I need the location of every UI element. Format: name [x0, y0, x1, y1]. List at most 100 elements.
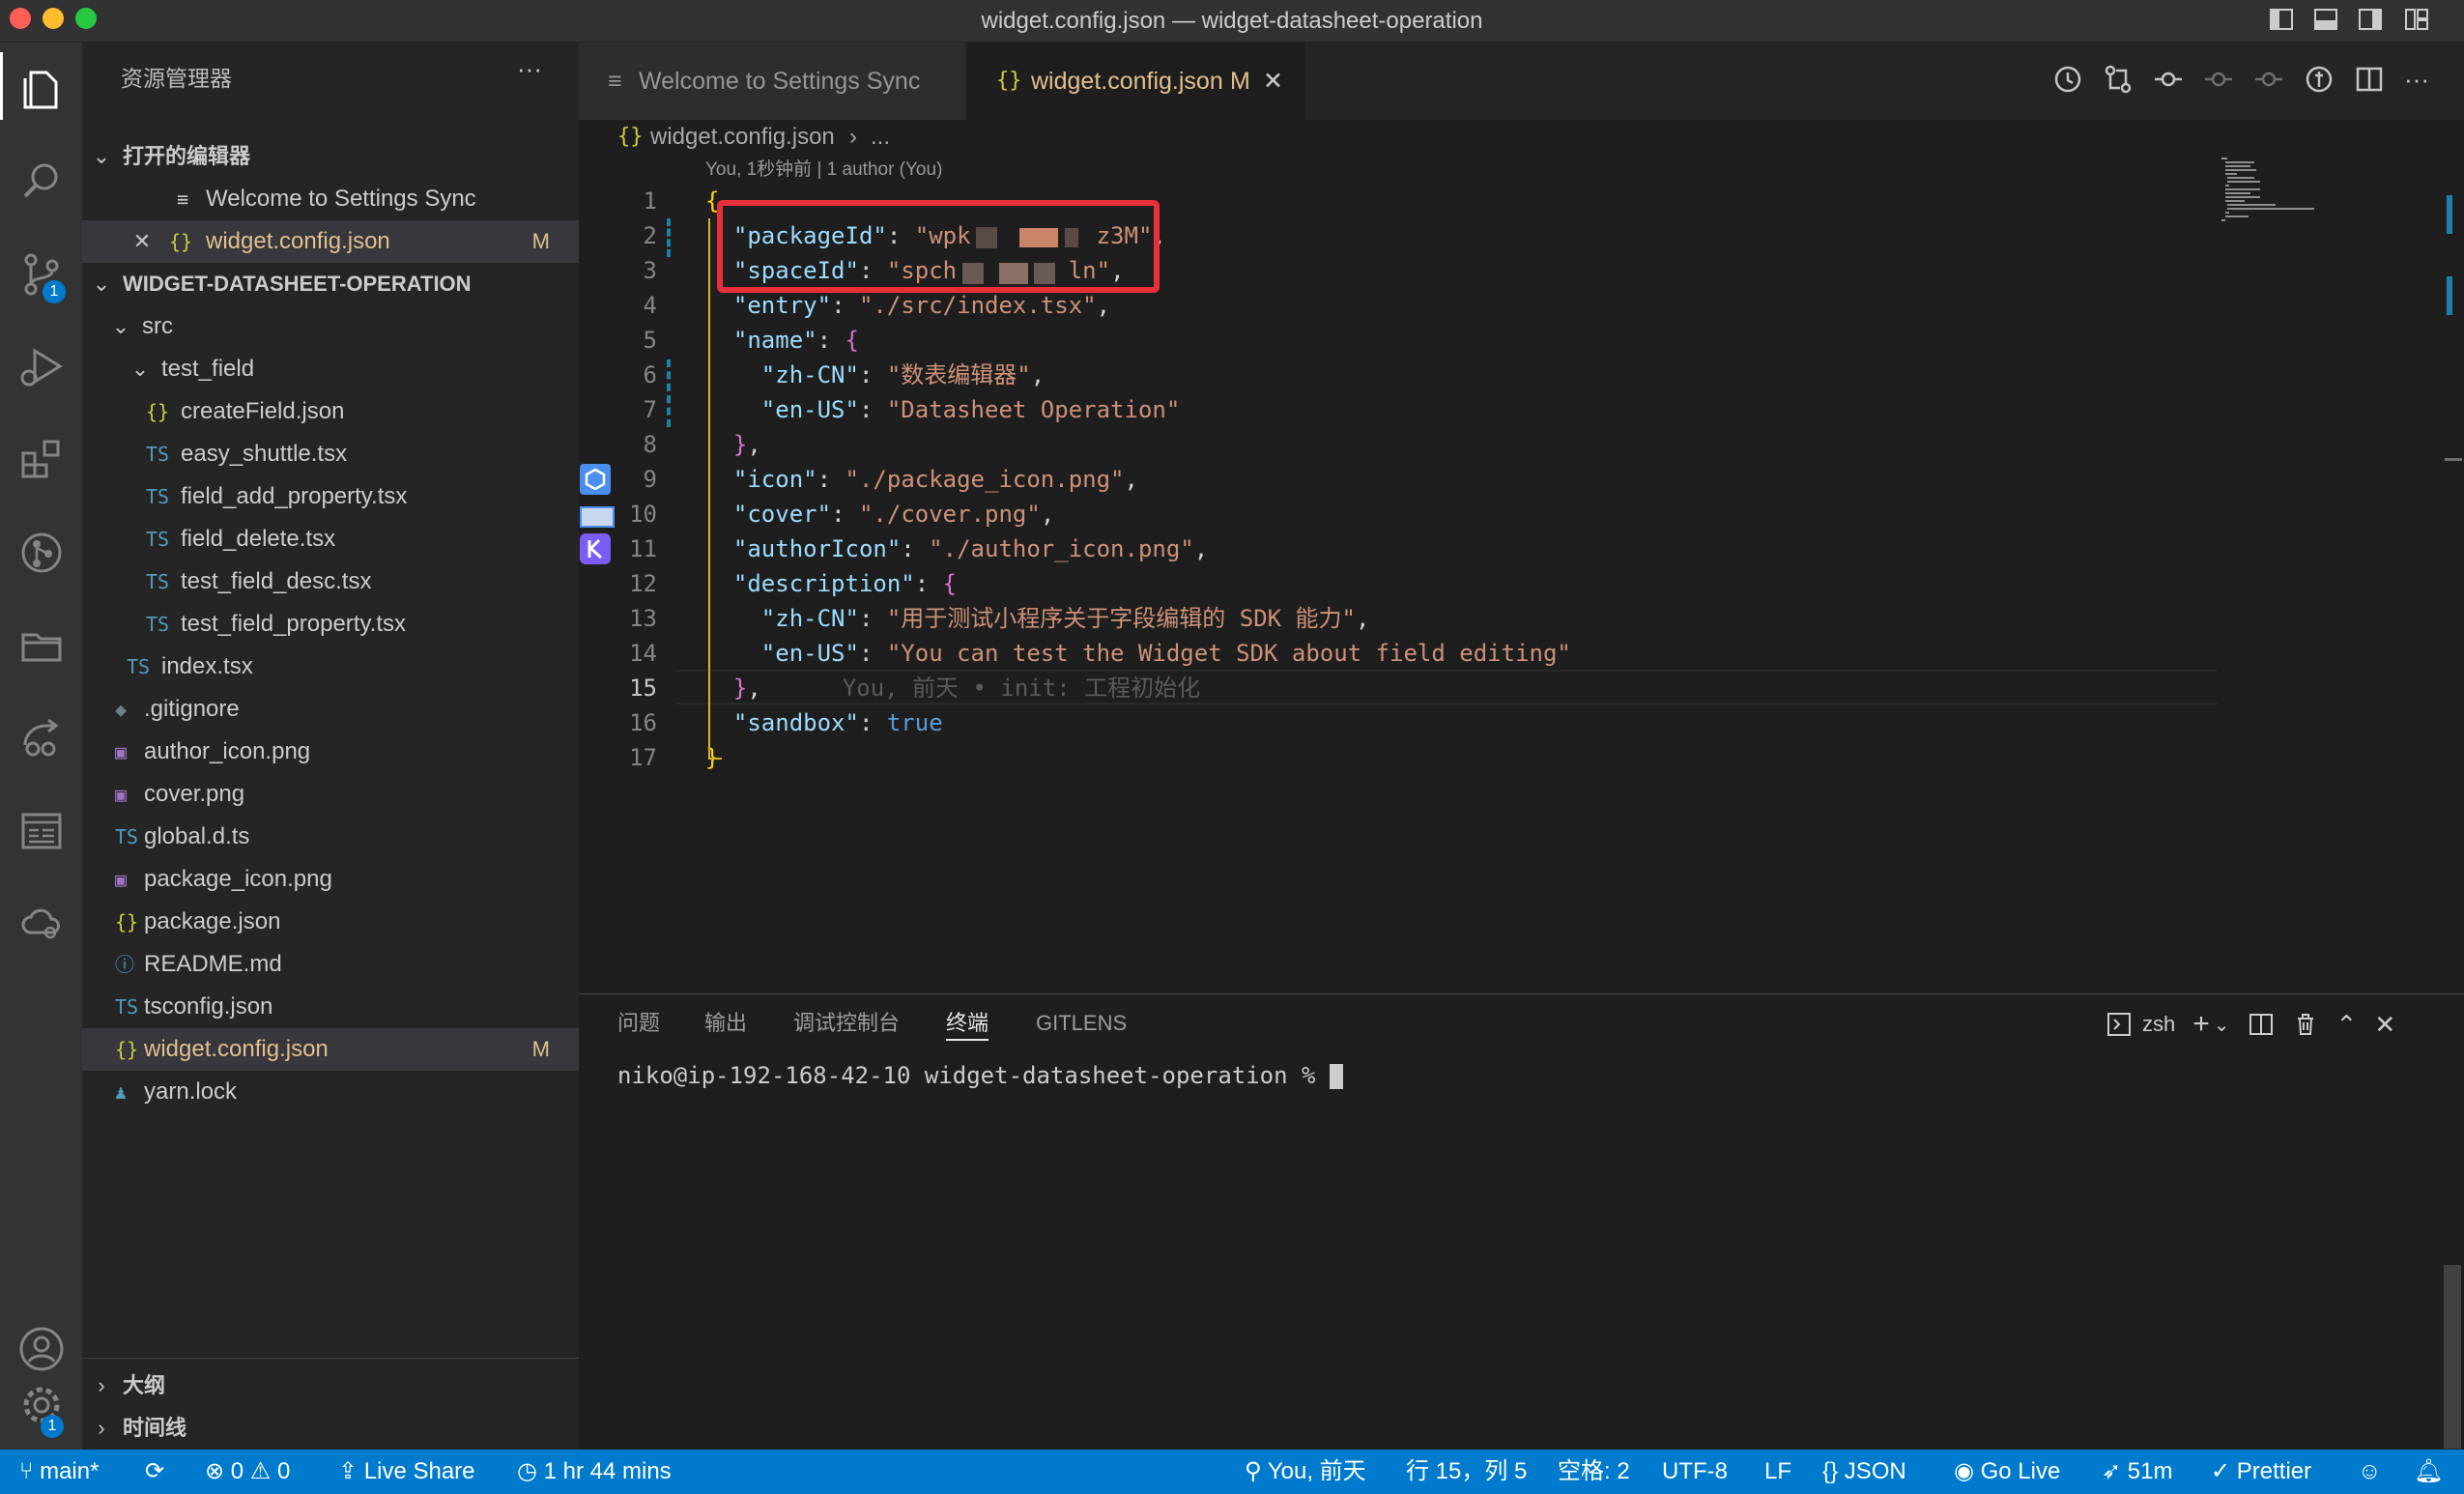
close-icon[interactable]: ✕	[132, 231, 152, 252]
cursor-position[interactable]: 行 15，列 5	[1406, 1450, 1527, 1494]
code-line: "description": {	[705, 566, 957, 601]
previous-commit-icon[interactable]	[2203, 64, 2234, 95]
tree-folder[interactable]: ⌄ test_field	[82, 348, 579, 390]
board-icon[interactable]	[0, 792, 82, 870]
indentation[interactable]: 空格: 2	[1558, 1450, 1630, 1494]
source-control-icon[interactable]: 1	[0, 236, 82, 313]
prettier-item[interactable]: ✓ Prettier	[2211, 1450, 2311, 1494]
go-live-item[interactable]: ◉ Go Live	[1954, 1450, 2060, 1494]
modified-flag: M	[1230, 68, 1250, 95]
compare-changes-icon[interactable]	[2103, 64, 2134, 95]
minimap[interactable]	[2218, 155, 2440, 993]
end-of-line[interactable]: LF	[1764, 1450, 1791, 1494]
breadcrumb-file[interactable]: widget.config.json	[650, 120, 835, 155]
tree-file[interactable]: ▣ author_icon.png	[82, 731, 579, 773]
next-commit-icon[interactable]	[2253, 64, 2284, 95]
deploy-item[interactable]: ➶ 51m	[2102, 1450, 2172, 1494]
code-token: "en-US"	[760, 396, 859, 423]
problems-item[interactable]: ⊗ 0 ⚠ 0	[205, 1450, 290, 1494]
project-section[interactable]: ⌄ WIDGET-DATASHEET-OPERATION	[82, 263, 579, 305]
close-icon[interactable]: ✕	[1263, 43, 1283, 120]
timeline-section[interactable]: › 时间线	[82, 1407, 579, 1450]
tree-file[interactable]: TS index.tsx	[82, 646, 579, 688]
language-mode[interactable]: {} JSON	[1822, 1450, 1906, 1494]
history-icon[interactable]	[2052, 64, 2083, 95]
time-tracker-item[interactable]: ◷ 1 hr 44 mins	[517, 1450, 672, 1494]
blame-item[interactable]: ⚲ You, 前天	[1245, 1450, 1366, 1494]
codelens-annotation[interactable]: You, 1秒钟前 | 1 author (You)	[705, 155, 942, 181]
customize-layout-icon[interactable]	[2404, 7, 2429, 32]
code-token: ,	[747, 431, 761, 458]
open-editors-section[interactable]: ⌄ 打开的编辑器	[82, 135, 579, 178]
tab-widget-config-json[interactable]: {} widget.config.json M ✕	[967, 43, 1305, 120]
explorer-icon[interactable]	[0, 50, 82, 128]
code-token: "数表编辑器"	[886, 361, 1031, 388]
code-token: ,	[1040, 501, 1055, 528]
terminal-output[interactable]: niko@ip-192-168-42-10 widget-datasheet-o…	[617, 1062, 1343, 1089]
open-editor-item[interactable]: ✕ {} widget.config.json M	[82, 220, 579, 263]
toggle-panel-icon[interactable]	[2313, 7, 2338, 32]
search-icon[interactable]	[0, 143, 82, 220]
add-terminal-icon[interactable]: +	[2192, 1008, 2210, 1041]
maximize-panel-icon[interactable]: ⌃	[2336, 1010, 2358, 1040]
tree-file[interactable]: ♟ yarn.lock	[82, 1071, 579, 1113]
live-share-item[interactable]: ⇪ Live Share	[338, 1450, 475, 1494]
file-type-icon: {}	[115, 910, 139, 934]
editor-scrollbar[interactable]	[2445, 155, 2464, 993]
tree-file[interactable]: TS global.d.ts	[82, 816, 579, 858]
toggle-sidebar-icon[interactable]	[2269, 7, 2294, 32]
git-graph-icon[interactable]	[0, 514, 82, 591]
modified-flag: M	[531, 1037, 550, 1061]
tree-file[interactable]: TS field_add_property.tsx	[82, 475, 579, 518]
tree-file[interactable]: TS tsconfig.json	[82, 986, 579, 1028]
folder-icon[interactable]	[0, 607, 82, 684]
commit-icon[interactable]	[2153, 64, 2184, 95]
tree-file[interactable]: TS test_field_property.tsx	[82, 603, 579, 646]
tree-file[interactable]: ▣ package_icon.png	[82, 858, 579, 901]
chevron-down-icon[interactable]: ⌄	[2214, 1013, 2230, 1037]
panel-tab[interactable]: 问题	[617, 1008, 660, 1039]
notifications-bell-icon[interactable]: 🔔︎	[2414, 1450, 2443, 1494]
branch-item[interactable]: ⑂ main*	[19, 1450, 99, 1494]
more-actions-icon[interactable]: ···	[517, 54, 542, 84]
settings-gear-icon[interactable]: 1	[0, 1366, 82, 1444]
tree-file[interactable]: {} createField.json	[82, 390, 579, 433]
split-editor-icon[interactable]	[2354, 64, 2385, 95]
remote-icon[interactable]	[0, 700, 82, 777]
split-terminal-icon[interactable]	[2248, 1011, 2275, 1038]
trash-icon[interactable]	[2292, 1011, 2319, 1038]
tree-file[interactable]: TS easy_shuttle.tsx	[82, 433, 579, 475]
encoding[interactable]: UTF-8	[1662, 1450, 1728, 1494]
git-lens-icon[interactable]	[2304, 64, 2335, 95]
close-panel-icon[interactable]: ✕	[2374, 1010, 2395, 1040]
diff-modified-marker[interactable]	[667, 218, 675, 257]
tree-file[interactable]: TS field_delete.tsx	[82, 518, 579, 560]
panel-tab[interactable]: 输出	[704, 1008, 747, 1039]
tree-file[interactable]: {} package.json	[82, 901, 579, 943]
line-number: 2	[643, 222, 657, 249]
tree-folder[interactable]: ⌄ src	[82, 305, 579, 348]
tab-welcome-settings-sync[interactable]: ≡ Welcome to Settings Sync	[579, 43, 965, 120]
feedback-icon[interactable]: ☺	[2358, 1450, 2382, 1494]
tree-file[interactable]: ▣ cover.png	[82, 773, 579, 816]
cloud-icon[interactable]	[0, 885, 82, 962]
breadcrumb-more[interactable]: ...	[871, 120, 890, 155]
terminal-shell-name[interactable]: zsh	[2142, 1012, 2175, 1037]
terminal-scrollbar[interactable]	[2444, 1265, 2461, 1449]
panel-tab[interactable]: GITLENS	[1036, 1008, 1127, 1039]
toggle-secondary-sidebar-icon[interactable]	[2358, 7, 2383, 32]
outline-section[interactable]: › 大纲	[82, 1365, 579, 1407]
extensions-icon[interactable]	[0, 421, 82, 499]
redaction-block	[962, 263, 984, 284]
tree-file[interactable]: ◆ .gitignore	[82, 688, 579, 731]
diff-modified-marker[interactable]	[667, 359, 675, 427]
panel-tab[interactable]: 调试控制台	[793, 1008, 900, 1039]
tree-file[interactable]: TS test_field_desc.tsx	[82, 560, 579, 603]
tree-file[interactable]: ⓘ README.md	[82, 943, 579, 986]
run-debug-icon[interactable]	[0, 329, 82, 406]
more-actions-icon[interactable]: ···	[2404, 64, 2429, 95]
sync-icon[interactable]: ⟳	[145, 1450, 164, 1494]
open-editor-item[interactable]: ≡ Welcome to Settings Sync	[82, 178, 579, 220]
tree-file[interactable]: {} widget.config.json M	[82, 1028, 579, 1071]
panel-tab[interactable]: 终端	[946, 1008, 989, 1041]
